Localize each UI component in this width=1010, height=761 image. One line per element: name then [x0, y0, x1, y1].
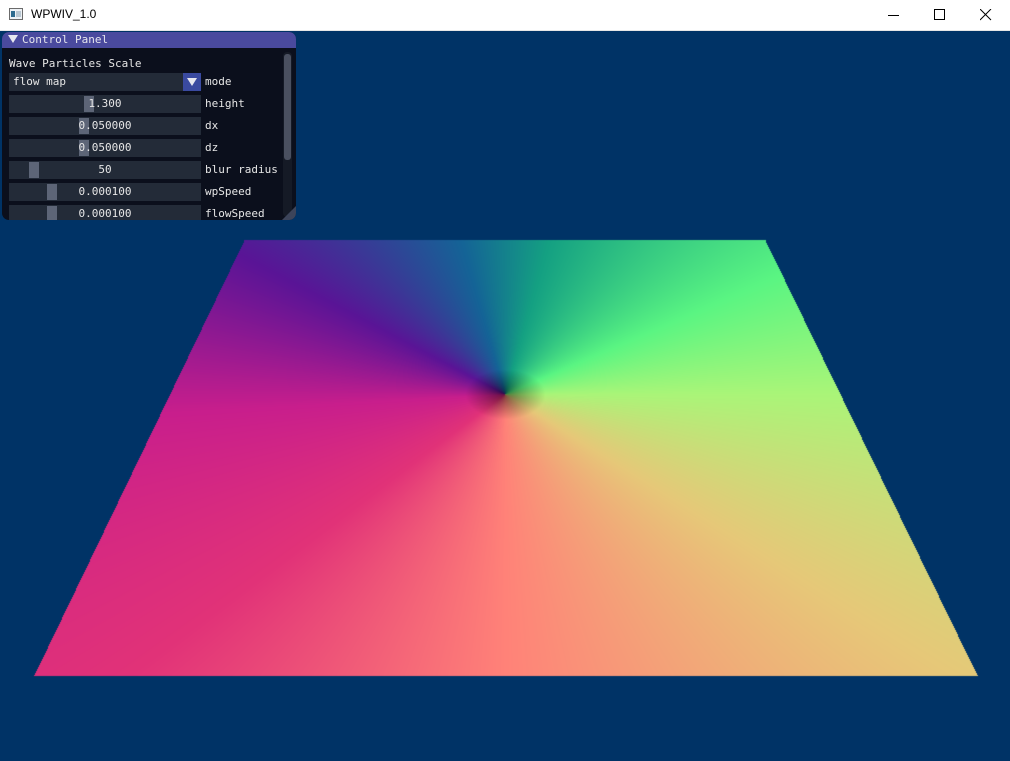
- minimize-button[interactable]: [871, 0, 917, 31]
- close-icon: [980, 9, 992, 21]
- slider-value: 0.050000: [78, 119, 132, 132]
- slider-label: wpSpeed: [205, 185, 252, 198]
- panel-scrollbar[interactable]: [283, 52, 292, 217]
- slider-value: 1.300: [88, 97, 122, 110]
- flowspeed-slider[interactable]: 0.000100: [9, 205, 201, 220]
- section-title: Wave Particles Scale: [9, 57, 142, 70]
- scrollbar-thumb[interactable]: [284, 54, 291, 160]
- height-slider[interactable]: 1.300: [9, 95, 201, 113]
- app-icon: [9, 8, 23, 20]
- maximize-button[interactable]: [917, 0, 963, 31]
- maximize-icon: [934, 9, 945, 20]
- slider-value: 50: [98, 163, 112, 176]
- blur-radius-slider[interactable]: 50: [9, 161, 201, 179]
- mode-label: mode: [205, 75, 232, 88]
- control-panel[interactable]: Control Panel Wave Particles Scale flow …: [2, 32, 296, 220]
- slider-label: dx: [205, 119, 219, 132]
- dx-slider[interactable]: 0.050000: [9, 117, 201, 135]
- slider-value: 0.050000: [78, 141, 132, 154]
- mode-combo[interactable]: flow map: [9, 73, 201, 91]
- slider-label: blur radius: [205, 163, 278, 176]
- slider-value: 0.000100: [78, 185, 132, 198]
- slider-value: 0.000100: [78, 207, 132, 220]
- dz-slider[interactable]: 0.050000: [9, 139, 201, 157]
- combo-arrow-icon[interactable]: [183, 73, 201, 91]
- window-titlebar: WPWIV_1.0: [0, 0, 1010, 31]
- mode-value: flow map: [13, 75, 66, 88]
- control-panel-content: Wave Particles Scale flow map mode 1.300…: [2, 32, 282, 220]
- render-viewport[interactable]: Control Panel Wave Particles Scale flow …: [0, 31, 1010, 761]
- resize-grip-icon[interactable]: [282, 206, 296, 220]
- slider-label: height: [205, 97, 245, 110]
- minimize-icon: [888, 15, 899, 16]
- slider-label: flowSpeed: [205, 207, 265, 220]
- wpspeed-slider[interactable]: 0.000100: [9, 183, 201, 201]
- window-title: WPWIV_1.0: [31, 7, 97, 21]
- close-button[interactable]: [963, 0, 1009, 31]
- slider-label: dz: [205, 141, 219, 154]
